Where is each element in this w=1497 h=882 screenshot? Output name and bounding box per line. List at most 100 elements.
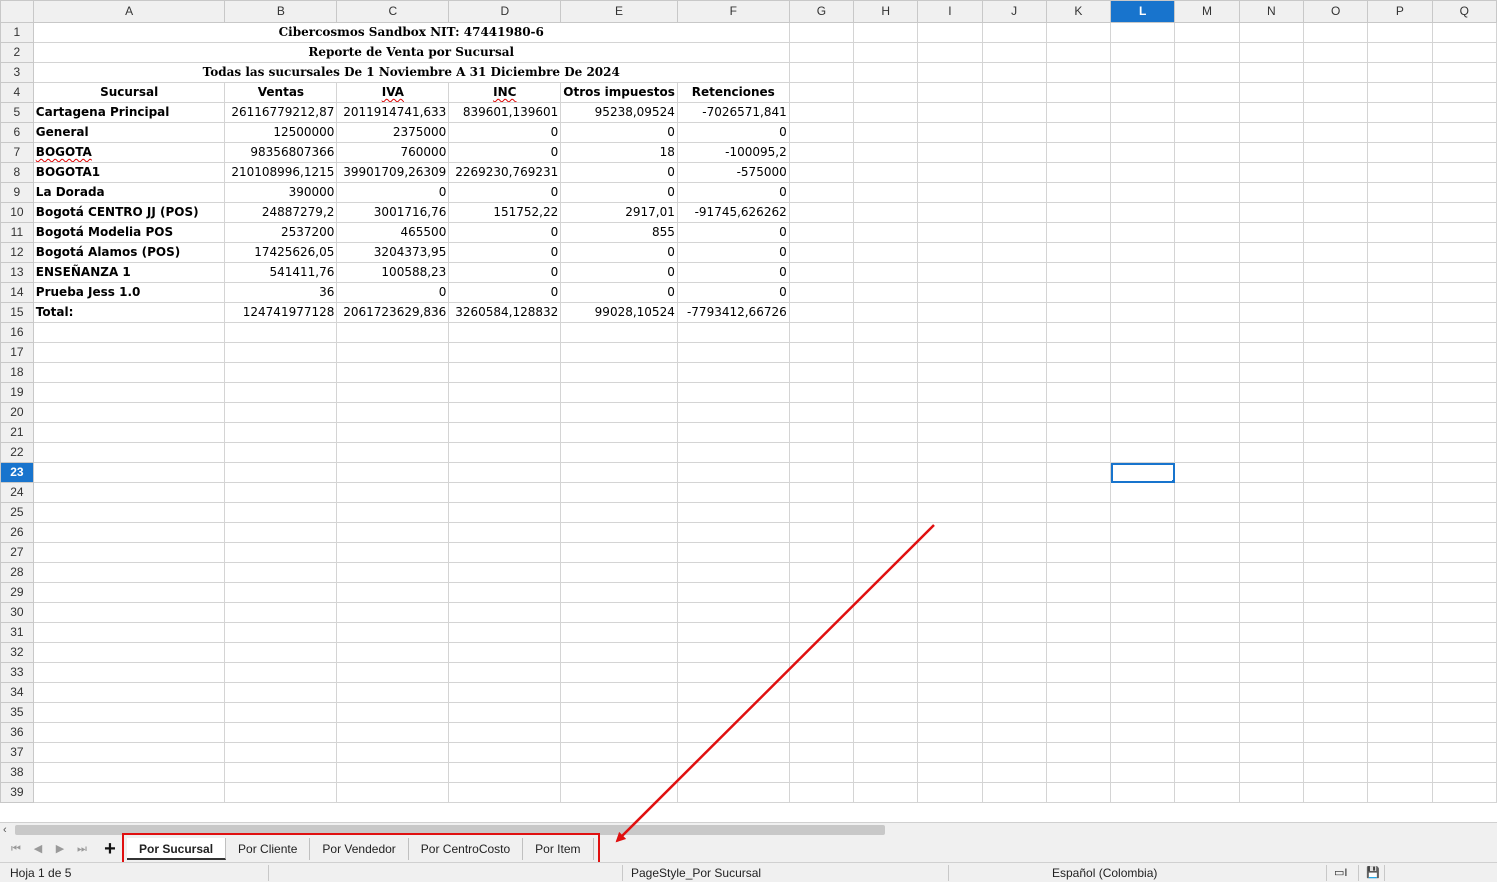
value-cell[interactable]: 17425626,05 [224,242,338,263]
cell[interactable] [788,442,855,463]
cell[interactable] [853,442,919,463]
cell[interactable] [917,702,983,723]
cell[interactable] [1238,382,1304,403]
row-header[interactable]: 39 [0,782,34,803]
cell[interactable] [1110,122,1176,143]
row-header[interactable]: 24 [0,482,34,503]
cell[interactable] [1431,662,1497,683]
cell[interactable] [1367,42,1433,63]
value-cell[interactable]: -7793412,66726 [676,302,790,323]
cell[interactable] [788,362,855,383]
cell[interactable] [853,122,919,143]
cell[interactable] [32,522,226,543]
cell[interactable] [1302,542,1369,563]
cell[interactable] [32,722,226,743]
row-header[interactable]: 7 [0,142,34,163]
value-cell[interactable]: 0 [676,222,790,243]
cell[interactable] [1302,62,1369,83]
cell[interactable] [917,202,983,223]
cell[interactable] [676,482,790,503]
value-cell[interactable]: -100095,2 [676,142,790,163]
cell[interactable] [224,682,338,703]
value-cell[interactable]: 0 [448,122,562,143]
cell[interactable] [981,682,1047,703]
cell[interactable] [1302,722,1369,743]
cell[interactable] [1431,682,1497,703]
cell[interactable] [224,342,338,363]
cell[interactable] [1174,362,1240,383]
cell[interactable] [1367,622,1433,643]
column-header-q[interactable]: Q [1431,0,1497,23]
cell[interactable] [981,42,1047,63]
cell[interactable] [1110,382,1176,403]
cell[interactable] [1045,462,1112,483]
cell[interactable] [560,442,678,463]
value-cell[interactable]: 0 [448,222,562,243]
row-header[interactable]: 15 [0,302,34,323]
cell[interactable] [917,142,983,163]
cell[interactable] [1367,742,1433,763]
value-cell[interactable]: -91745,626262 [676,202,790,223]
cell[interactable] [1110,622,1176,643]
cell[interactable] [1431,602,1497,623]
cell[interactable] [1110,62,1176,83]
cell[interactable] [1238,22,1304,43]
cell[interactable] [1302,582,1369,603]
cell[interactable] [676,542,790,563]
cell[interactable] [1238,642,1304,663]
cell[interactable] [917,82,983,103]
cell[interactable] [981,622,1047,643]
cell[interactable] [1238,82,1304,103]
cell[interactable] [1174,242,1240,263]
value-cell[interactable]: -7026571,841 [676,102,790,123]
cell[interactable] [1174,502,1240,523]
row-header[interactable]: 2 [0,42,34,63]
cell[interactable] [853,722,919,743]
branch-name-cell[interactable]: Cartagena Principal [32,102,226,123]
cell[interactable] [1302,262,1369,283]
row-header[interactable]: 27 [0,542,34,563]
cell[interactable] [1110,582,1176,603]
cell[interactable] [1367,182,1433,203]
cell[interactable] [1367,282,1433,303]
cell[interactable] [676,422,790,443]
cell[interactable] [336,362,450,383]
cell[interactable] [981,602,1047,623]
cell[interactable] [1367,522,1433,543]
column-header-b[interactable]: B [224,0,338,23]
cell[interactable] [1110,362,1176,383]
cell[interactable] [224,422,338,443]
column-title[interactable]: Sucursal [32,82,226,103]
cell[interactable] [1174,542,1240,563]
cell[interactable] [224,742,338,763]
cell[interactable] [560,502,678,523]
cell[interactable] [32,362,226,383]
cell[interactable] [336,582,450,603]
value-cell[interactable]: 2375000 [336,122,450,143]
cell[interactable] [853,682,919,703]
row-header[interactable]: 6 [0,122,34,143]
cell[interactable] [1045,602,1112,623]
cell[interactable] [1110,222,1176,243]
column-header-d[interactable]: D [448,0,562,23]
cell[interactable] [981,582,1047,603]
cell[interactable] [1238,362,1304,383]
cell[interactable] [917,502,983,523]
cell[interactable] [853,542,919,563]
cell[interactable] [1431,482,1497,503]
column-title[interactable]: Ventas [224,82,338,103]
cell[interactable] [32,762,226,783]
sheet-tab[interactable]: Por Vendedor [310,838,409,860]
branch-name-cell[interactable]: General [32,122,226,143]
horizontal-scrollbar[interactable]: ‹ [0,822,1497,836]
cell[interactable] [1174,622,1240,643]
cell[interactable] [981,662,1047,683]
cell[interactable] [1367,502,1433,523]
cell[interactable] [788,262,855,283]
cell[interactable] [1238,582,1304,603]
cell[interactable] [981,382,1047,403]
cell[interactable] [853,702,919,723]
cell[interactable] [788,642,855,663]
cell[interactable] [1367,362,1433,383]
plus-icon[interactable]: + [100,838,120,860]
